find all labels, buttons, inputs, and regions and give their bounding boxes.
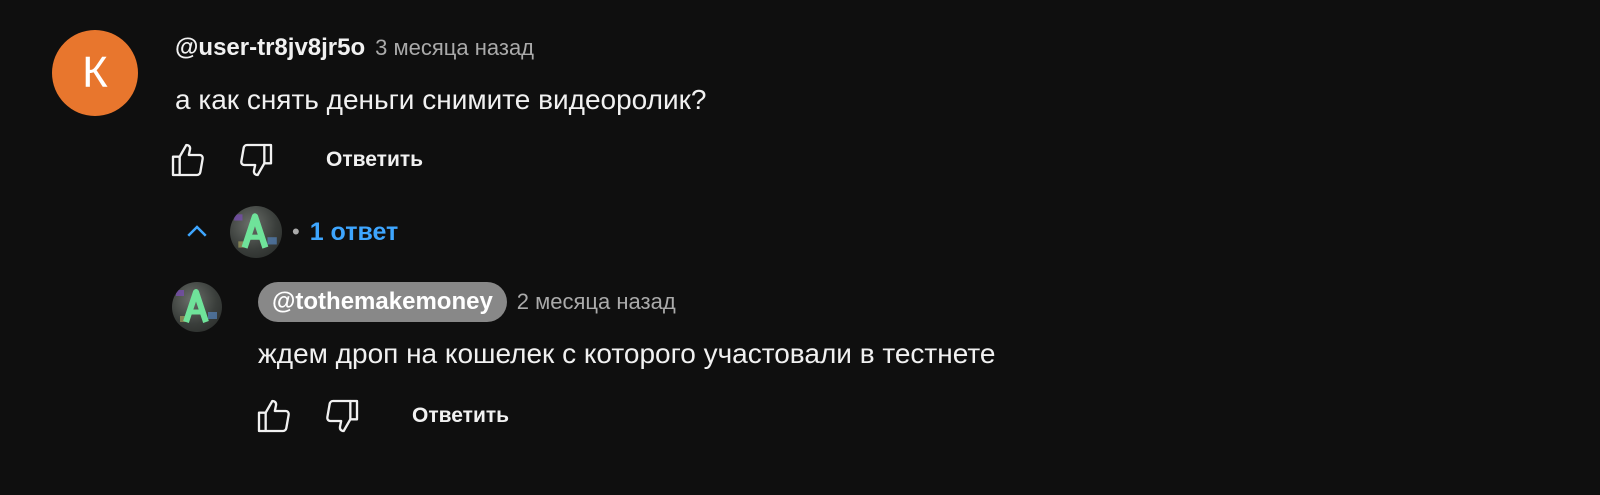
reply-dislike-button[interactable] <box>320 394 364 438</box>
chevron-up-icon[interactable] <box>180 215 214 249</box>
green-a-logo-icon <box>234 213 277 249</box>
comment-actions: Ответить <box>166 138 423 182</box>
reply-author[interactable]: @tothemakemoney <box>258 282 507 322</box>
like-button[interactable] <box>166 138 210 182</box>
thumbs-down-icon <box>240 143 273 177</box>
comment-text: а как снять деньги снимите видеоролик? <box>175 84 707 115</box>
replies-toggle[interactable]: • 1 ответ <box>180 206 398 258</box>
avatar-letter: К <box>82 48 108 97</box>
comment-time[interactable]: 3 месяца назад <box>375 35 534 61</box>
thumbs-up-icon <box>257 399 290 433</box>
comment-header: @user-tr8jv8jr5o 3 месяца назад <box>175 34 534 62</box>
green-a-logo-icon <box>176 289 217 323</box>
reply-like-button[interactable] <box>252 394 296 438</box>
reply-time[interactable]: 2 месяца назад <box>517 289 676 315</box>
replier-avatar <box>230 206 282 258</box>
dislike-button[interactable] <box>234 138 278 182</box>
thumbs-up-icon <box>171 143 204 177</box>
reply-actions: Ответить <box>252 394 509 438</box>
reply-reply-button[interactable]: Ответить <box>412 404 509 428</box>
reply-count[interactable]: 1 ответ <box>310 218 399 247</box>
thumbs-down-icon <box>326 399 359 433</box>
reply-avatar[interactable] <box>172 282 222 332</box>
comment-author[interactable]: @user-tr8jv8jr5o <box>175 34 365 62</box>
reply-header: @tothemakemoney 2 месяца назад <box>258 282 676 322</box>
reply-button[interactable]: Ответить <box>326 148 423 172</box>
comments-section: К @user-tr8jv8jr5o 3 месяца назад а как … <box>0 0 1600 495</box>
separator-dot: • <box>292 219 300 244</box>
avatar[interactable]: К <box>52 30 138 116</box>
reply-text: ждем дроп на кошелек с которого участова… <box>258 338 996 369</box>
